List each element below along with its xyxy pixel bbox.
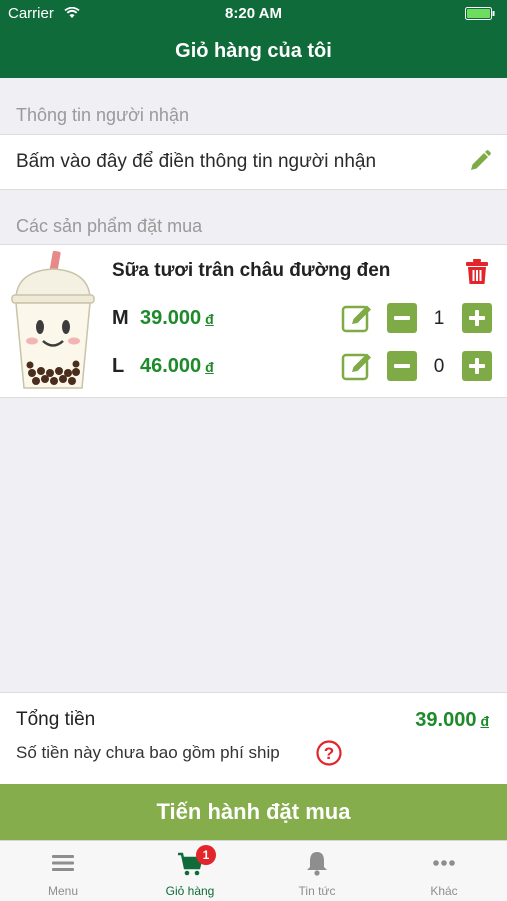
tab-more[interactable]: Khác — [381, 841, 507, 901]
navigation-bar: Giỏ hàng của tôi — [0, 26, 507, 78]
tab-label: Tin tức — [298, 884, 336, 898]
clock: 8:20 AM — [225, 5, 282, 22]
increase-quantity-button[interactable] — [462, 351, 492, 381]
checkout-button[interactable]: Tiến hành đặt mua — [0, 784, 507, 840]
status-bar: Carrier 8:20 AM — [0, 0, 507, 26]
cart-item: Sữa tươi trân châu đường đen M 39.000 đ 1… — [0, 244, 507, 398]
more-icon — [430, 849, 458, 877]
product-name: Sữa tươi trân châu đường đen — [112, 260, 391, 281]
minus-icon — [394, 316, 410, 320]
trash-icon[interactable] — [465, 259, 489, 290]
edit-note-icon[interactable] — [341, 351, 375, 386]
total-value: 39.000 đ — [415, 709, 489, 731]
tab-label: Khác — [430, 884, 458, 898]
products-section-header: Các sản phẩm đặt mua — [16, 216, 203, 236]
edit-pencil-icon[interactable] — [468, 149, 492, 178]
shipping-note: Số tiền này chưa bao gồm phí ship — [16, 743, 280, 762]
decrease-quantity-button[interactable] — [387, 303, 417, 333]
size-price: 39.000 đ — [140, 307, 214, 329]
tab-label: Menu — [47, 884, 79, 898]
svg-text:?: ? — [324, 744, 334, 763]
size-price: 46.000 đ — [140, 355, 214, 377]
menu-icon — [49, 849, 77, 877]
tab-cart[interactable]: 1 Giỏ hàng — [127, 841, 253, 901]
tab-menu[interactable]: Menu — [0, 841, 126, 901]
bell-icon — [303, 849, 331, 877]
quantity-value: 1 — [433, 308, 445, 329]
recipient-info-row[interactable]: Bấm vào đây để điền thông tin người nhận — [0, 134, 507, 190]
total-label: Tổng tiền — [16, 709, 96, 730]
help-icon[interactable]: ? — [316, 740, 342, 771]
minus-icon — [394, 364, 410, 368]
tab-news[interactable]: Tin tức — [254, 841, 380, 901]
recipient-prompt: Bấm vào đây để điền thông tin người nhận — [16, 151, 377, 172]
decrease-quantity-button[interactable] — [387, 351, 417, 381]
edit-note-icon[interactable] — [341, 303, 375, 338]
increase-quantity-button[interactable] — [462, 303, 492, 333]
page-title: Giỏ hàng của tôi — [175, 40, 332, 62]
size-row-m: M 39.000 đ 1 — [0, 299, 507, 339]
battery-icon — [465, 7, 495, 25]
quantity-value: 0 — [433, 356, 445, 377]
cart-count-badge: 1 — [196, 845, 216, 865]
recipient-section-header: Thông tin người nhận — [16, 105, 189, 125]
tab-bar: Menu 1 Giỏ hàng Tin tức Khác — [0, 840, 507, 901]
size-label: M — [112, 307, 129, 329]
tab-label: Giỏ hàng — [165, 884, 215, 898]
size-row-l: L 46.000 đ 0 — [0, 347, 507, 387]
order-summary: Tổng tiền 39.000 đ Số tiền này chưa bao g… — [0, 692, 507, 785]
size-label: L — [112, 355, 125, 377]
checkout-label: Tiến hành đặt mua — [156, 799, 351, 824]
